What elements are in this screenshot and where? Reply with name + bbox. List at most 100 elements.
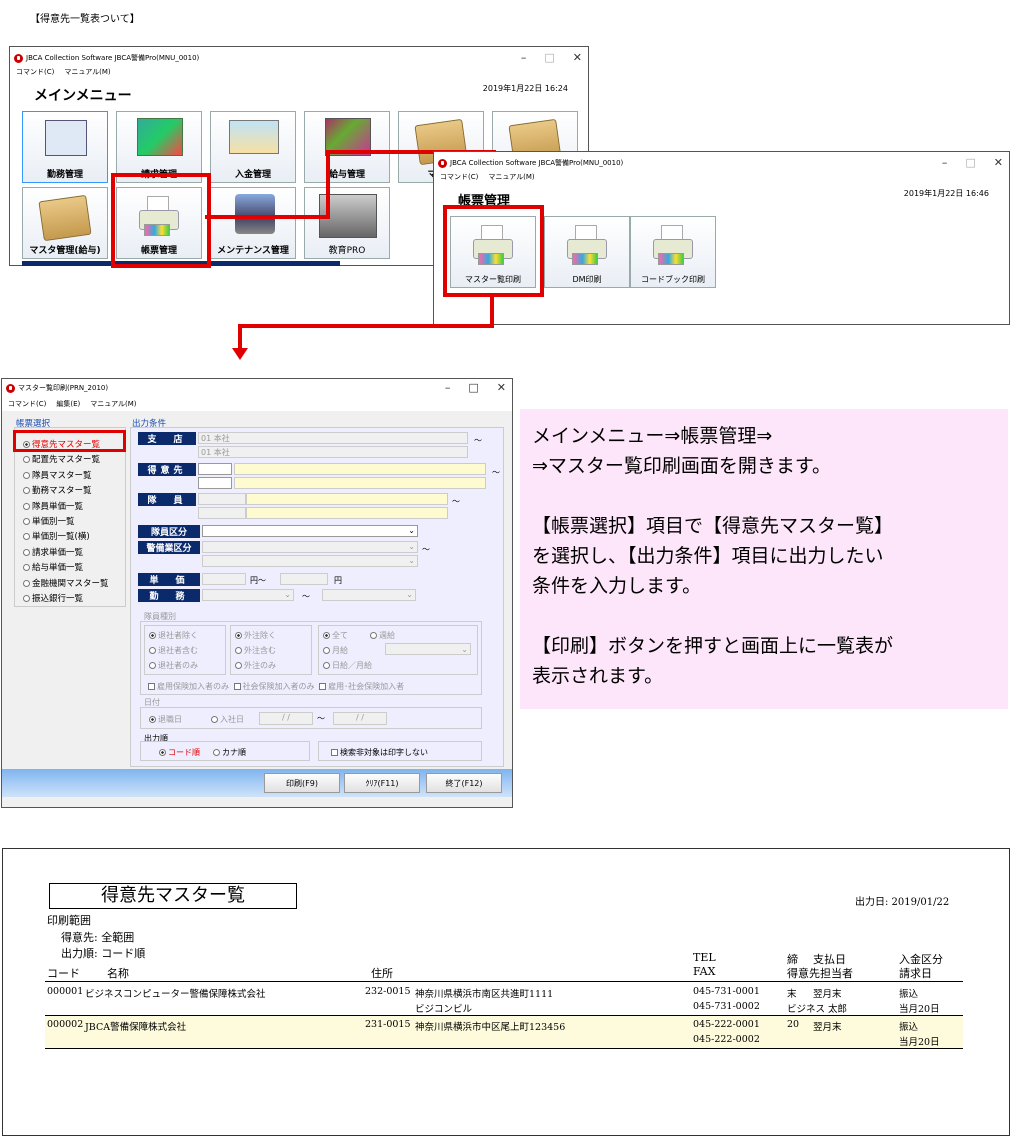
option-label: 全て xyxy=(332,631,348,640)
tile-payroll[interactable]: 給与管理 xyxy=(304,111,390,183)
tile-payment[interactable]: 入金管理 xyxy=(210,111,296,183)
option-bill-price[interactable]: 請求単価一覧 xyxy=(23,546,109,561)
maximize-button[interactable]: □ xyxy=(965,156,975,169)
option-bank-master[interactable]: 金融機関マスター覧 xyxy=(23,577,109,592)
option-price-list[interactable]: 単価別一覧 xyxy=(23,515,109,530)
chk-social-ins[interactable]: 社会保険加入者のみ xyxy=(233,682,315,691)
radio-retire-date[interactable]: 退職日 xyxy=(149,714,182,725)
radio-outsource-exclude[interactable]: 外注除く xyxy=(235,628,307,643)
minimize-button[interactable]: – xyxy=(445,381,451,394)
radio-pay-all[interactable]: 全て xyxy=(323,631,348,640)
radio-order-kana[interactable]: カナ順 xyxy=(213,747,246,758)
option-transfer-bank[interactable]: 振込銀行一覧 xyxy=(23,592,109,607)
connector-line xyxy=(238,324,494,328)
radio-icon xyxy=(23,502,30,510)
date-to-input[interactable]: / / xyxy=(333,712,387,725)
option-label: 単価別一覧 xyxy=(32,517,75,528)
arrow-head-icon xyxy=(232,348,248,360)
tile-master-payroll[interactable]: マスタ管理(給与) xyxy=(22,187,108,259)
option-pay-price[interactable]: 給与単価一覧 xyxy=(23,561,109,576)
menu-command[interactable]: コマンド(C) xyxy=(440,172,478,182)
radio-order-code[interactable]: コード順 xyxy=(159,747,200,758)
maximize-button[interactable]: □ xyxy=(468,381,478,394)
note-line: 【帳票選択】項目で【得意先マスター覧】 xyxy=(532,515,894,537)
close-button[interactable]: ✕ xyxy=(497,381,506,394)
radio-pay-monthly[interactable]: 月給 xyxy=(323,646,348,655)
yen: 円 xyxy=(334,576,342,585)
cell-fax: 045-731-0002 xyxy=(693,1001,760,1012)
security-category-to[interactable]: ⌄ xyxy=(202,555,418,567)
radio-outsource-include[interactable]: 外注含む xyxy=(235,643,307,658)
chevron-down-icon: ⌄ xyxy=(408,556,415,565)
option-label: 雇用･社会保険加入者 xyxy=(328,682,405,691)
cell-bill: 当月20日 xyxy=(899,1037,940,1048)
tilde: ～ xyxy=(317,714,325,723)
date-from-input[interactable]: / / xyxy=(259,712,313,725)
work-to-select[interactable]: ⌄ xyxy=(322,589,416,601)
staff-to-name[interactable] xyxy=(246,507,448,519)
option-staff-price[interactable]: 隊員単価一覧 xyxy=(23,500,109,515)
radio-retired-include[interactable]: 退社者含む xyxy=(149,643,221,658)
btn-dm-print[interactable]: DM印刷 xyxy=(544,216,630,288)
chk-both-ins[interactable]: 雇用･社会保険加入者 xyxy=(319,682,404,691)
option-work-master[interactable]: 勤務マスター覧 xyxy=(23,484,109,499)
tile-label: メンテナンス管理 xyxy=(217,246,289,256)
branch-to-select[interactable]: 01 本社 xyxy=(198,446,468,458)
maintenance-person-icon xyxy=(235,194,275,234)
menu-manual[interactable]: マニュアル(M) xyxy=(488,172,534,182)
branch-from-select[interactable]: 01 本社 xyxy=(198,432,468,444)
radio-outsource-only[interactable]: 外注のみ xyxy=(235,658,307,673)
unit-price-from[interactable] xyxy=(202,573,246,585)
connector-line xyxy=(205,215,330,219)
menu-edit[interactable]: 編集(E) xyxy=(56,399,80,409)
option-staff-master[interactable]: 隊員マスター覧 xyxy=(23,469,109,484)
option-price-list-h[interactable]: 単価別一覧(横) xyxy=(23,530,109,545)
tile-attendance[interactable]: 勤務管理 xyxy=(22,111,108,183)
menu-command[interactable]: コマンド(C) xyxy=(8,399,46,409)
customer-from-name[interactable] xyxy=(234,463,486,475)
chevron-down-icon: ⌄ xyxy=(284,590,291,599)
radio-pay-weekly[interactable]: 週給 xyxy=(370,631,395,640)
no-print-checkbox[interactable]: 検索非対象は印字しない xyxy=(318,741,482,761)
radio-icon xyxy=(23,579,30,587)
branch-label: 支 店 xyxy=(138,432,196,445)
customer-to-code[interactable] xyxy=(198,477,232,489)
option-label: 検索非対象は印字しない xyxy=(340,748,428,757)
btn-codebook-print[interactable]: コードブック印刷 xyxy=(630,216,716,288)
close-button[interactable]: ✕ xyxy=(573,51,582,64)
maximize-button[interactable]: □ xyxy=(544,51,554,64)
cell-tel: 045-222-0001 xyxy=(693,1019,760,1030)
menu-manual[interactable]: マニュアル(M) xyxy=(90,399,136,409)
cell-close: 20 xyxy=(787,1019,800,1030)
minimize-button[interactable]: – xyxy=(942,156,948,169)
option-label: 社会保険加入者のみ xyxy=(242,682,315,691)
pay-select[interactable]: ⌄ xyxy=(385,643,471,655)
work-from-select[interactable]: ⌄ xyxy=(202,589,294,601)
radio-pay-daily-monthly[interactable]: 日給／月給 xyxy=(323,661,372,670)
clear-button[interactable]: ｸﾘｱ(F11) xyxy=(344,773,420,793)
staff-from-name[interactable] xyxy=(246,493,448,505)
customer-from-code[interactable] xyxy=(198,463,232,475)
security-category-from[interactable]: ⌄ xyxy=(202,541,418,553)
exit-button[interactable]: 終了(F12) xyxy=(426,773,502,793)
tile-maintenance[interactable]: メンテナンス管理 xyxy=(210,187,296,259)
chk-employment-ins[interactable]: 雇用保険加入者のみ xyxy=(148,682,229,691)
customer-to-name[interactable] xyxy=(234,477,486,489)
staff-from-code[interactable] xyxy=(198,493,246,505)
radio-join-date[interactable]: 入社日 xyxy=(211,714,244,725)
tile-education[interactable]: 教育PRO xyxy=(304,187,390,259)
minimize-button[interactable]: – xyxy=(521,51,527,64)
option-site-master[interactable]: 配置先マスター覧 xyxy=(23,453,109,468)
menu-command[interactable]: コマンド(C) xyxy=(16,67,54,77)
print-button[interactable]: 印刷(F9) xyxy=(264,773,340,793)
report-title: 得意先マスター覧 xyxy=(49,883,297,909)
radio-retired-exclude[interactable]: 退社者除く xyxy=(149,628,221,643)
radio-icon xyxy=(23,471,30,479)
radio-retired-only[interactable]: 退社者のみ xyxy=(149,658,221,673)
staff-category-select[interactable]: ⌄ xyxy=(202,525,418,537)
unit-price-to[interactable] xyxy=(280,573,328,585)
staff-to-code[interactable] xyxy=(198,507,246,519)
menu-manual[interactable]: マニュアル(M) xyxy=(64,67,110,77)
order-group: コード順 カナ順 xyxy=(140,741,310,761)
close-button[interactable]: ✕ xyxy=(994,156,1003,169)
